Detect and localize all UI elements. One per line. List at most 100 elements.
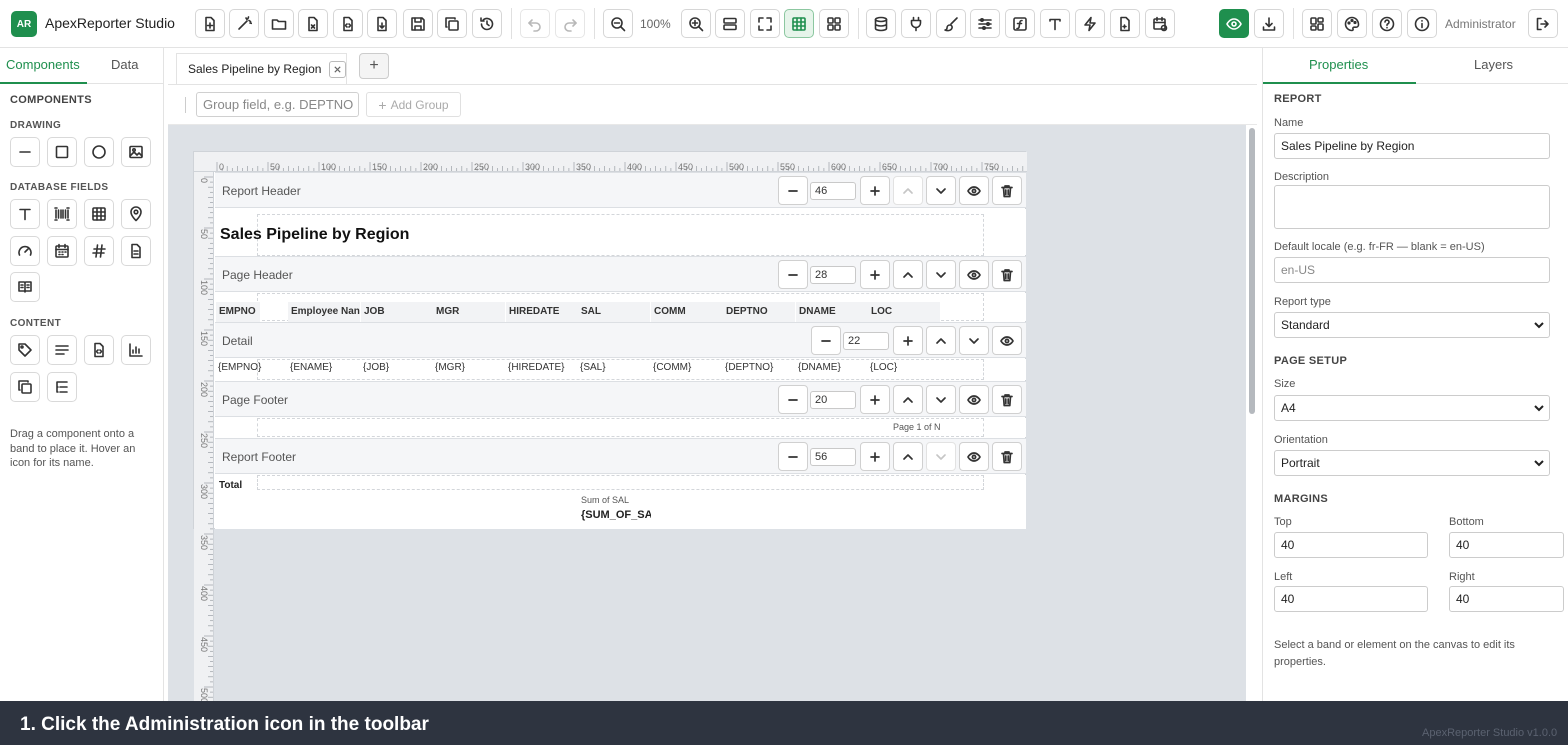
location-icon[interactable] (121, 199, 151, 229)
band-height-input[interactable] (843, 332, 889, 350)
report-type-select[interactable]: Standard (1274, 312, 1550, 338)
download-icon[interactable] (1254, 9, 1284, 38)
gauge-icon[interactable] (10, 236, 40, 266)
increase-height-icon[interactable] (860, 260, 890, 289)
move-down-icon[interactable] (926, 385, 956, 414)
margin-right-input[interactable] (1449, 586, 1564, 612)
brush-icon[interactable] (936, 9, 966, 38)
report-canvas[interactable]: 0 50 100 150 200 250 300 350 400 450 500 550 600 650 7… (168, 125, 1246, 701)
administration-icon[interactable] (1407, 9, 1437, 38)
margin-left-input[interactable] (1274, 586, 1428, 612)
bands-icon[interactable] (715, 9, 745, 38)
user-name[interactable]: Administrator (1445, 17, 1516, 31)
preview-icon[interactable] (1219, 9, 1249, 38)
zoom-out-icon[interactable] (603, 9, 633, 38)
group-field-input[interactable] (196, 92, 359, 117)
save-icon[interactable] (403, 9, 433, 38)
column-header[interactable]: COMM (651, 302, 723, 322)
column-header[interactable]: JOB (361, 302, 433, 322)
detail-field[interactable]: {SAL} (580, 362, 648, 373)
report-name-input[interactable] (1274, 133, 1550, 159)
description-textarea[interactable] (1274, 185, 1550, 229)
code-file-icon[interactable] (333, 9, 363, 38)
help-icon[interactable] (1372, 9, 1402, 38)
add-tab-button[interactable]: + (359, 53, 389, 79)
html-icon[interactable] (84, 335, 114, 365)
open-folder-icon[interactable] (264, 9, 294, 38)
rich-text-icon[interactable] (121, 236, 151, 266)
book-icon[interactable] (10, 272, 40, 302)
detail-field[interactable]: {DEPTNO} (725, 362, 793, 373)
zoom-in-icon[interactable] (681, 9, 711, 38)
move-down-icon[interactable] (926, 176, 956, 205)
decrease-height-icon[interactable] (778, 385, 808, 414)
column-header[interactable]: DEPTNO (723, 302, 795, 322)
delete-band-icon[interactable] (992, 260, 1022, 289)
move-down-icon[interactable] (926, 260, 956, 289)
text-icon[interactable] (1040, 9, 1070, 38)
move-up-icon[interactable] (893, 176, 923, 205)
band-page-header[interactable]: Page Header (215, 256, 1026, 292)
detail-field[interactable]: {EMPNO} (218, 362, 286, 373)
line-icon[interactable] (10, 137, 40, 167)
locale-input[interactable] (1274, 257, 1550, 283)
plug-icon[interactable] (901, 9, 931, 38)
move-up-icon[interactable] (893, 385, 923, 414)
report-title[interactable]: Sales Pipeline by Region (220, 226, 409, 244)
detail-field[interactable]: {HIREDATE} (508, 362, 576, 373)
layout-icon[interactable] (819, 9, 849, 38)
paragraph-icon[interactable] (47, 335, 77, 365)
tab-data[interactable]: Data (111, 57, 138, 72)
image-icon[interactable] (121, 137, 151, 167)
document-tab[interactable]: Sales Pipeline by Region (176, 53, 348, 84)
move-down-icon[interactable] (959, 326, 989, 355)
orientation-select[interactable]: Portrait (1274, 450, 1550, 476)
total-label[interactable]: Total (219, 480, 242, 491)
visibility-icon[interactable] (959, 442, 989, 471)
text-field-icon[interactable] (10, 199, 40, 229)
move-up-icon[interactable] (893, 442, 923, 471)
move-down-icon[interactable] (926, 442, 956, 471)
margin-top-input[interactable] (1274, 532, 1428, 558)
column-header[interactable]: EMPNO (216, 302, 260, 322)
increase-height-icon[interactable] (860, 385, 890, 414)
number-field-icon[interactable] (84, 236, 114, 266)
canvas-scrollbar[interactable] (1249, 128, 1255, 414)
detail-field[interactable]: {COMM} (653, 362, 721, 373)
decrease-height-icon[interactable] (778, 442, 808, 471)
tab-properties[interactable]: Properties (1309, 57, 1368, 72)
move-up-icon[interactable] (893, 260, 923, 289)
redo-icon[interactable] (555, 9, 585, 38)
fullscreen-icon[interactable] (750, 9, 780, 38)
database-icon[interactable] (866, 9, 896, 38)
band-page-footer[interactable]: Page Footer (215, 381, 1026, 417)
list-tree-icon[interactable] (47, 372, 77, 402)
detail-field[interactable]: {LOC} (870, 362, 938, 373)
add-group-button[interactable]: + Add Group (366, 92, 461, 117)
band-report-header[interactable]: Report Header (215, 172, 1026, 208)
ellipse-icon[interactable] (84, 137, 114, 167)
column-header[interactable]: DNAME (796, 302, 868, 322)
detail-field[interactable]: {MGR} (435, 362, 503, 373)
tab-layers[interactable]: Layers (1474, 57, 1513, 72)
band-height-input[interactable] (810, 391, 856, 409)
column-header[interactable]: MGR (433, 302, 505, 322)
detail-field[interactable]: {ENAME} (290, 362, 358, 373)
increase-height-icon[interactable] (860, 442, 890, 471)
undo-icon[interactable] (520, 9, 550, 38)
page-size-select[interactable]: A4 (1274, 395, 1550, 421)
increase-height-icon[interactable] (893, 326, 923, 355)
margin-bottom-input[interactable] (1449, 532, 1564, 558)
sum-label[interactable]: Sum of SAL (581, 495, 629, 505)
decrease-height-icon[interactable] (778, 260, 808, 289)
magic-wand-icon[interactable] (229, 9, 259, 38)
rectangle-icon[interactable] (47, 137, 77, 167)
move-up-icon[interactable] (926, 326, 956, 355)
band-height-input[interactable] (810, 266, 856, 284)
sliders-icon[interactable] (970, 9, 1000, 38)
subreport-icon[interactable] (10, 372, 40, 402)
detail-field[interactable]: {JOB} (363, 362, 431, 373)
table-icon[interactable] (84, 199, 114, 229)
visibility-icon[interactable] (959, 176, 989, 205)
duplicate-icon[interactable] (437, 9, 467, 38)
